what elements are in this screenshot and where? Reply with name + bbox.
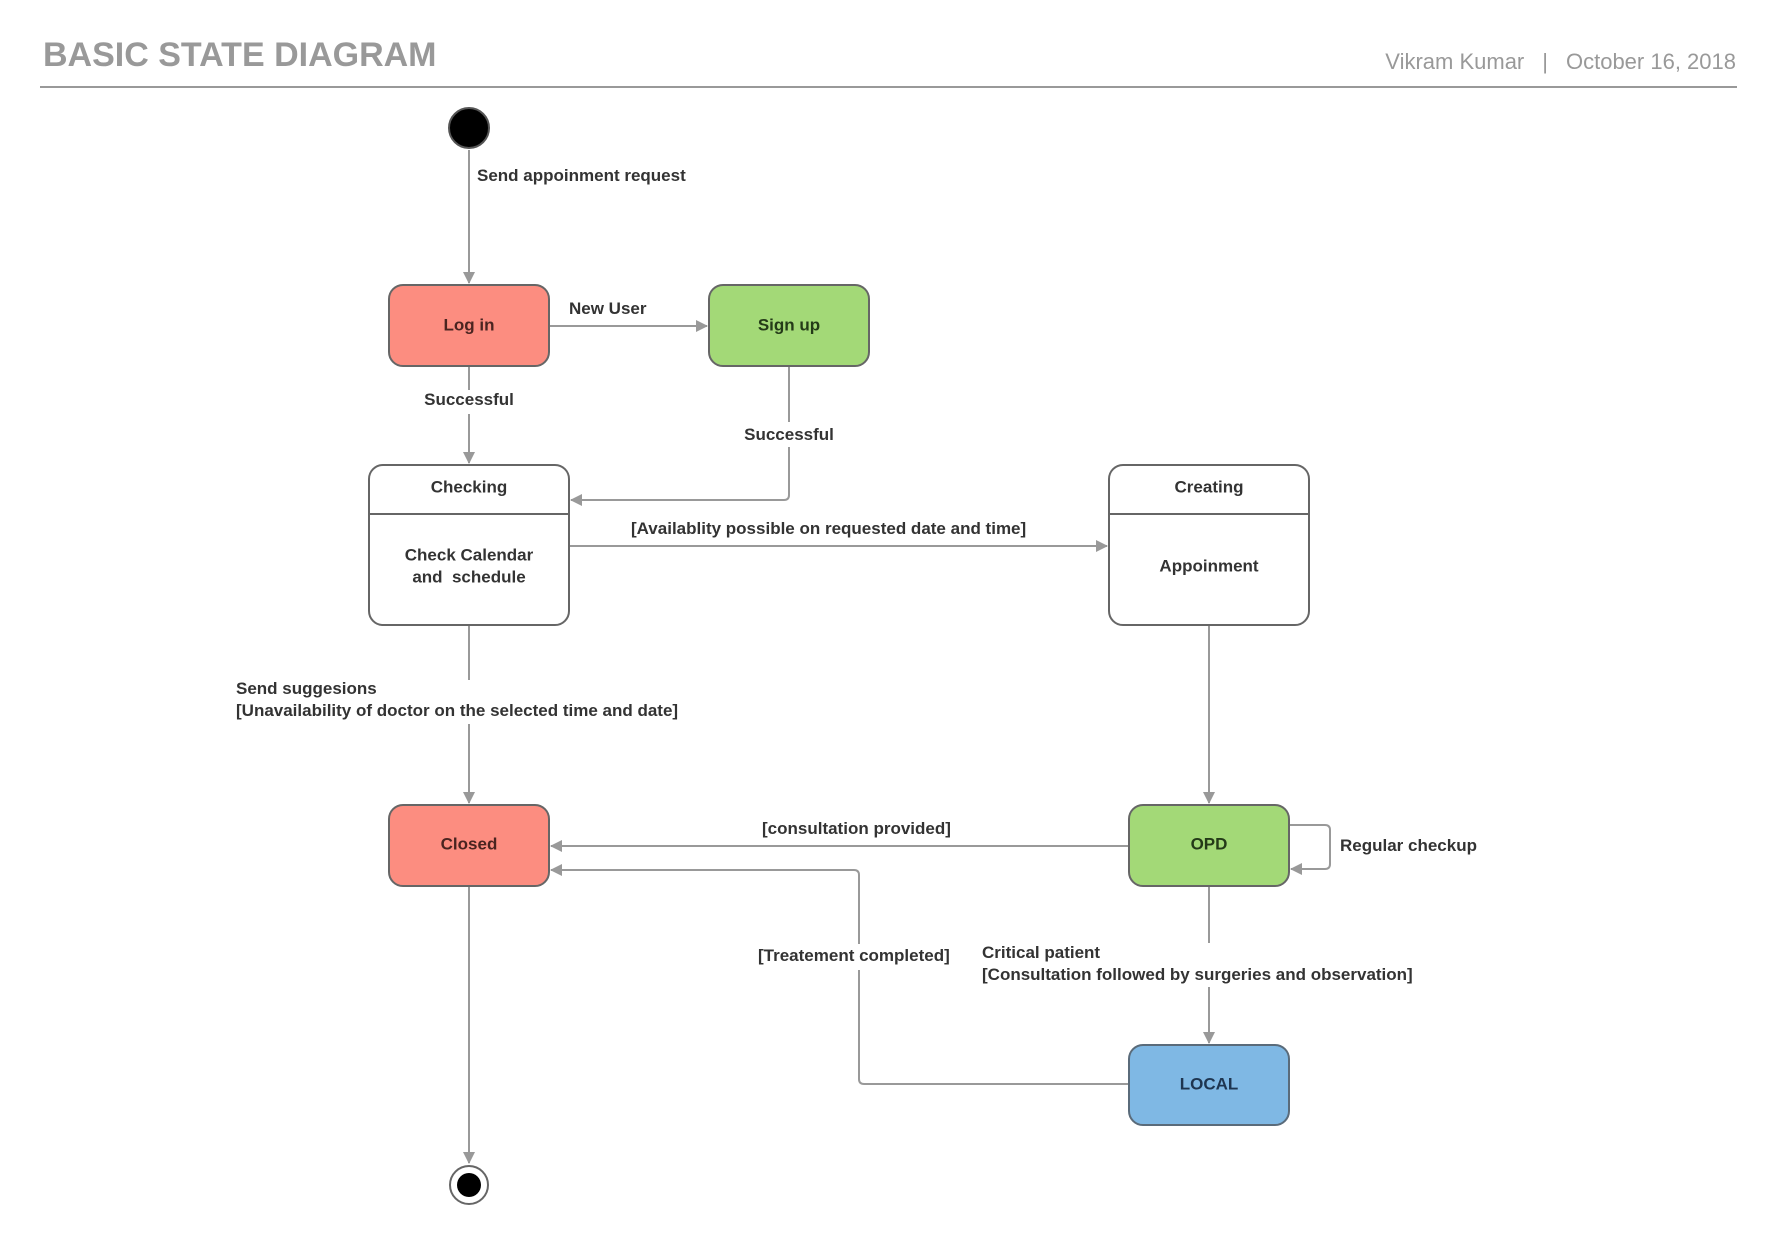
state-checking-body-2: and schedule (412, 567, 525, 586)
state-opd-label: OPD (1191, 834, 1228, 853)
final-state (449, 1165, 489, 1205)
state-creating[interactable]: Creating Appoinment (1108, 464, 1310, 626)
state-local[interactable]: LOCAL (1128, 1044, 1290, 1126)
state-checking[interactable]: Checking Check Calendar and schedule (368, 464, 570, 626)
state-signup-label: Sign up (758, 315, 820, 334)
label-start-to-login: Send appoinment request (477, 166, 686, 185)
label-opd-to-closed: [consultation provided] (762, 819, 951, 838)
state-creating-title: Creating (1175, 477, 1244, 496)
label-opd-self: Regular checkup (1340, 836, 1477, 855)
edge-opd-self-loop (1289, 824, 1331, 875)
label-checking-to-creating: [Availablity possible on requested date … (631, 519, 1026, 538)
state-diagram-canvas: Log in Sign up Checking Check Calendar a… (236, 107, 1477, 1205)
state-login-label: Log in (444, 315, 495, 334)
state-closed[interactable]: Closed (388, 804, 550, 887)
label-login-to-checking: Successful (424, 390, 514, 409)
state-opd[interactable]: OPD (1128, 804, 1290, 887)
initial-state (448, 107, 490, 149)
state-checking-body-1: Check Calendar (405, 545, 534, 564)
state-local-label: LOCAL (1180, 1074, 1239, 1093)
edge-local-to-closed-b (550, 864, 860, 944)
state-checking-title: Checking (431, 477, 508, 496)
label-signup-to-checking: Successful (744, 425, 834, 444)
edge-local-to-closed-a (858, 970, 1129, 1085)
state-login[interactable]: Log in (388, 284, 550, 367)
label-local-to-closed: [Treatement completed] (758, 946, 950, 965)
label-checking-to-closed-2: [Unavailability of doctor on the selecte… (236, 701, 678, 720)
state-creating-body: Appoinment (1159, 556, 1258, 575)
label-checking-to-closed-1: Send suggesions (236, 679, 377, 698)
label-opd-to-local-1: Critical patient (982, 943, 1100, 962)
edge-signup-to-checking-b (570, 447, 790, 506)
state-signup[interactable]: Sign up (708, 284, 870, 367)
label-login-to-signup: New User (569, 299, 647, 318)
state-closed-label: Closed (441, 834, 498, 853)
label-opd-to-local-2: [Consultation followed by surgeries and … (982, 965, 1413, 984)
